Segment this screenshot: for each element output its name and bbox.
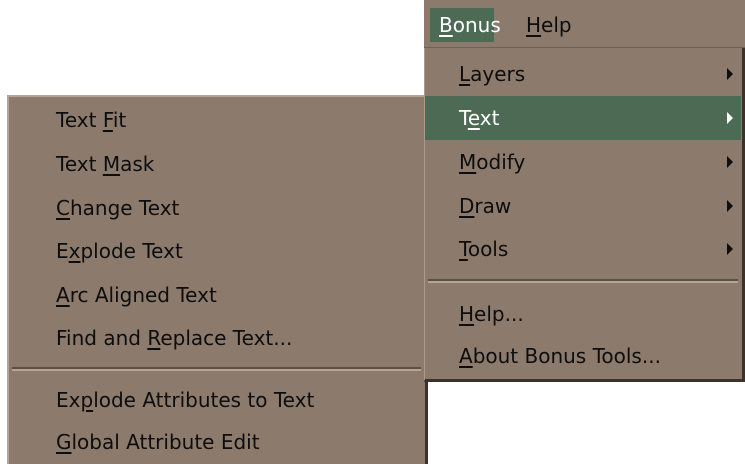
accelerator-key: M: [459, 150, 477, 174]
accelerator-key: G: [56, 430, 72, 454]
accelerator-key: e: [467, 106, 480, 130]
accelerator-key: A: [56, 283, 70, 307]
accelerator-key: F: [102, 108, 113, 132]
accelerator-key: D: [459, 194, 475, 218]
menu-separator: [12, 367, 421, 371]
accelerator-key: x: [68, 239, 81, 263]
menu-separator: [428, 279, 738, 283]
menu-item-explode-text[interactable]: Explode Text: [9, 231, 423, 271]
menu-item-global-attribute-edit[interactable]: Global Attribute Edit: [9, 422, 423, 462]
menu-item-layers[interactable]: Layers: [425, 52, 741, 96]
accelerator-key: B: [439, 13, 453, 37]
menu-bar: Bonus Help: [424, 0, 745, 48]
accelerator-key: H: [526, 13, 542, 37]
accelerator-key: H: [459, 302, 475, 326]
menu-item-modify[interactable]: Modify: [425, 140, 741, 184]
menu-item-about-bonus-tools[interactable]: About Bonus Tools...: [425, 334, 741, 378]
submenu-arrow-icon: [727, 112, 733, 124]
menu-item-arc-aligned-text[interactable]: Arc Aligned Text: [9, 275, 423, 315]
submenu-arrow-icon: [727, 156, 733, 168]
accelerator-key: T: [459, 237, 468, 261]
menu-item-tools[interactable]: Tools: [425, 227, 741, 271]
accelerator-key: A: [459, 344, 473, 368]
submenu-arrow-icon: [727, 200, 733, 212]
submenu-arrow-icon: [727, 243, 733, 255]
menu-item-change-text[interactable]: Change Text: [9, 188, 423, 228]
accelerator-key: M: [102, 152, 121, 176]
bonus-dropdown-menu: Layers Text Modify Draw Tools Help... Ab…: [424, 48, 745, 382]
menu-item-draw[interactable]: Draw: [425, 184, 741, 228]
menu-help[interactable]: Help: [526, 8, 572, 42]
accelerator-key: p: [80, 388, 94, 412]
accelerator-key: L: [459, 62, 471, 86]
menu-bonus[interactable]: Bonus: [430, 8, 501, 42]
submenu-arrow-icon: [727, 68, 733, 80]
menu-item-text-mask[interactable]: Text Mask: [9, 144, 423, 184]
menu-item-help[interactable]: Help...: [425, 292, 741, 336]
accelerator-key: C: [56, 196, 70, 220]
menu-item-explode-attributes-to-text[interactable]: Explode Attributes to Text: [9, 380, 423, 420]
menu-item-text[interactable]: Text: [425, 96, 741, 140]
menu-item-text-fit[interactable]: Text Fit: [9, 100, 423, 140]
screen: Text Fit Text Mask Change Text Explode T…: [0, 0, 745, 464]
accelerator-key: R: [147, 326, 161, 350]
text-submenu: Text Fit Text Mask Change Text Explode T…: [7, 95, 428, 464]
menu-item-find-and-replace-text[interactable]: Find and Replace Text...: [9, 318, 423, 358]
